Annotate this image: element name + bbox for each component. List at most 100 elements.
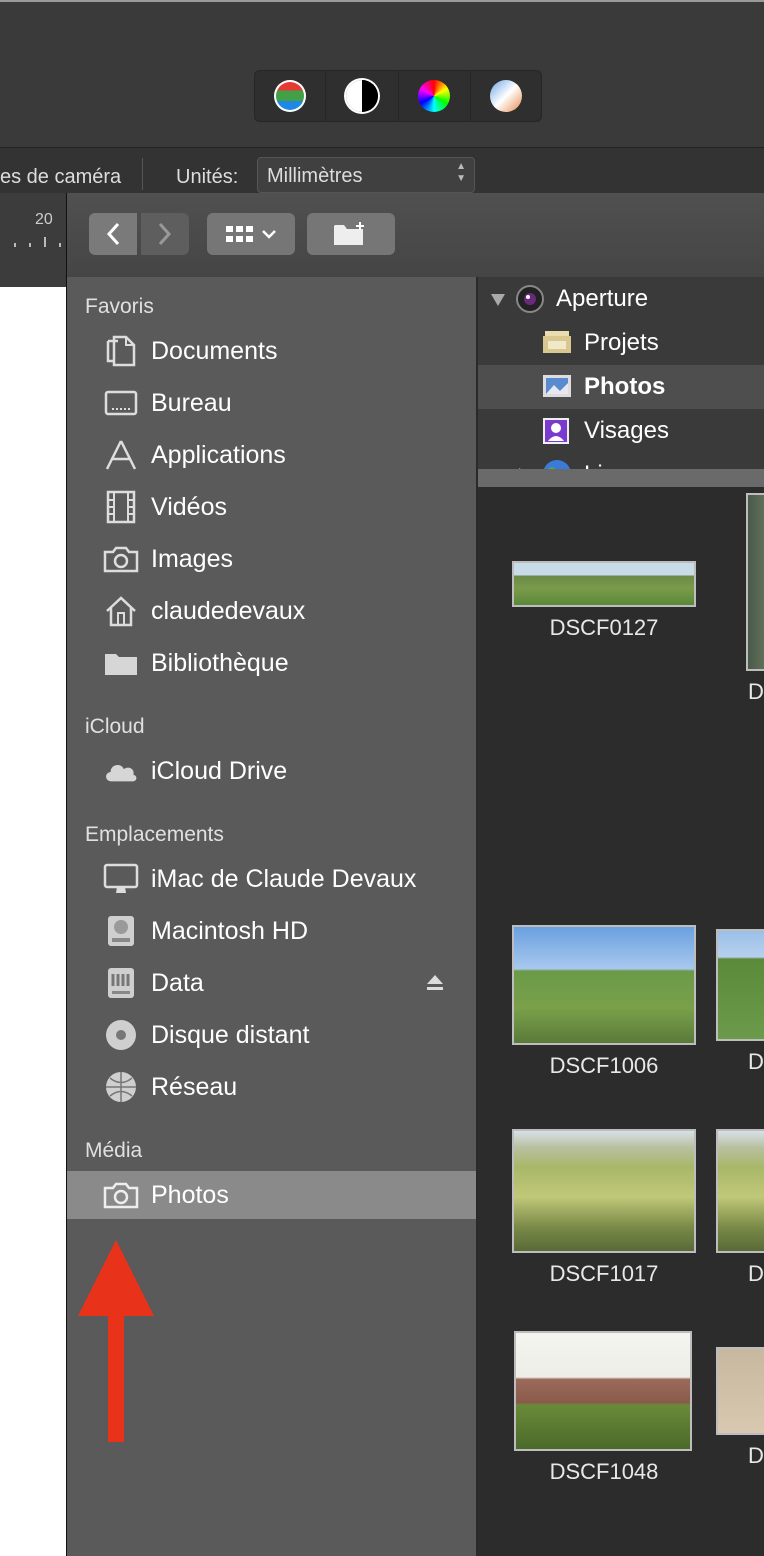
photo-thumbnail[interactable] <box>746 493 764 671</box>
cloud-icon <box>103 755 139 787</box>
section-favoris: Favoris <box>85 295 154 318</box>
movies-icon <box>103 490 139 524</box>
ruler-tick <box>14 243 16 247</box>
updown-arrows-icon: ▲ ▼ <box>456 161 466 184</box>
contrast-button[interactable] <box>326 70 399 122</box>
tree-item-projects[interactable]: Projets <box>478 321 764 365</box>
import-dialog: Favoris Documents Bureau Applications Vi… <box>66 193 764 1556</box>
photo-name: DSCF1048 <box>549 1459 659 1484</box>
sidebar-item-photos[interactable]: Photos <box>67 1171 476 1219</box>
tree-item-faces[interactable]: Visages <box>478 409 764 453</box>
documents-icon <box>103 335 139 367</box>
hard-drive-icon <box>103 915 139 947</box>
units-select[interactable]: Millimètres ▲ ▼ <box>257 157 475 193</box>
photo-thumbnail[interactable] <box>716 1129 764 1253</box>
photo-thumbnail[interactable] <box>512 561 696 607</box>
sidebar-item-label: Bibliothèque <box>151 649 289 677</box>
white-balance-icon <box>490 80 523 112</box>
sidebar-item-label: Documents <box>151 337 278 365</box>
units-value: Millimètres <box>267 165 363 187</box>
chevron-left-icon <box>106 222 120 246</box>
photo-thumbnail[interactable] <box>514 1331 692 1451</box>
sidebar-item-applications[interactable]: Applications <box>67 431 476 479</box>
applications-icon <box>103 439 139 471</box>
divider <box>142 158 143 190</box>
sidebar-item-label: iMac de Claude Devaux <box>151 865 417 893</box>
color-wheel-icon <box>418 80 451 112</box>
photo-thumbnail[interactable] <box>512 925 696 1045</box>
camera-icon <box>103 1179 139 1211</box>
section-emplacements: Emplacements <box>85 823 224 846</box>
options-bar: es de caméra Unités: Millimètres ▲ ▼ <box>0 147 764 194</box>
color-button[interactable] <box>399 70 471 122</box>
eject-icon[interactable] <box>426 973 444 991</box>
sidebar-item-home[interactable]: claudedevaux <box>67 587 476 635</box>
desktop-icon <box>103 387 139 419</box>
tree-item-aperture[interactable]: Aperture <box>478 277 764 321</box>
sidebar-item-videos[interactable]: Vidéos <box>67 483 476 531</box>
sidebar-item-label: Bureau <box>151 389 232 417</box>
sidebar-item-documents[interactable]: Documents <box>67 327 476 375</box>
white-balance-button[interactable] <box>471 70 542 122</box>
tree-item-label: Photos <box>584 373 666 400</box>
levels-button[interactable] <box>254 70 327 122</box>
sidebar-item-library[interactable]: Bibliothèque <box>67 639 476 687</box>
sidebar-item-label: claudedevaux <box>151 597 306 625</box>
units-label: Unités: <box>176 166 239 188</box>
tree-item-photos[interactable]: Photos <box>478 365 764 409</box>
sidebar-item-macintosh-hd[interactable]: Macintosh HD <box>67 907 476 955</box>
home-icon <box>103 595 139 627</box>
sidebar-item-label: Réseau <box>151 1073 238 1101</box>
photo-name: D <box>748 679 764 704</box>
photo-thumbnail[interactable] <box>716 1347 764 1435</box>
new-folder-icon <box>334 222 364 245</box>
users-drive-icon <box>103 967 139 999</box>
new-folder-button[interactable] <box>307 213 395 255</box>
photo-name: DSCF1017 <box>549 1261 659 1286</box>
tree-item-label: Lieux <box>584 461 641 469</box>
app-toolbar <box>0 0 764 147</box>
tree-item-label: Aperture <box>556 285 649 312</box>
sidebar-item-icloud-drive[interactable]: iCloud Drive <box>67 747 476 795</box>
window-edge <box>0 0 764 2</box>
section-icloud: iCloud <box>85 715 145 738</box>
photos-icon <box>543 375 571 397</box>
aperture-icon <box>516 285 544 313</box>
photo-thumbnail[interactable] <box>716 929 764 1041</box>
disclosure-open-icon[interactable] <box>490 293 506 307</box>
split-view-divider[interactable] <box>478 469 764 487</box>
sidebar-item-remote-disc[interactable]: Disque distant <box>67 1011 476 1059</box>
section-media: Média <box>85 1139 143 1162</box>
disc-icon <box>103 1019 139 1051</box>
library-tree: Aperture Projets Photos Visages Lieux <box>478 277 764 469</box>
sidebar-item-images[interactable]: Images <box>67 535 476 583</box>
sidebar-item-bureau[interactable]: Bureau <box>67 379 476 427</box>
photo-grid: DSCF0127 D DSCF1006 D DSCF1017 D DSCF104… <box>478 487 764 1556</box>
tree-item-places[interactable]: Lieux <box>478 453 764 469</box>
sidebar-item-data[interactable]: Data <box>67 959 476 1007</box>
adjustment-tools <box>254 70 542 122</box>
network-icon <box>103 1071 139 1103</box>
projects-icon <box>543 331 571 353</box>
camera-icon <box>103 543 139 575</box>
globe-icon <box>543 460 571 469</box>
ruler-tick <box>59 243 61 247</box>
ruler-tick <box>29 243 31 247</box>
ruler: 20 <box>0 193 66 287</box>
view-mode-button[interactable] <box>207 213 295 255</box>
sidebar-item-label: Data <box>151 969 204 997</box>
ruler-tick <box>44 237 46 247</box>
imac-icon <box>103 863 139 895</box>
back-button[interactable] <box>89 213 137 255</box>
icon-grid-icon <box>226 226 253 242</box>
folder-icon <box>103 647 139 679</box>
chevron-right-icon <box>158 222 172 246</box>
sidebar-item-network[interactable]: Réseau <box>67 1063 476 1111</box>
camera-settings-label: es de caméra <box>0 166 122 188</box>
photo-thumbnail[interactable] <box>512 1129 696 1253</box>
sidebar-item-imac[interactable]: iMac de Claude Devaux <box>67 855 476 903</box>
faces-icon <box>543 418 569 444</box>
photo-name: DSCF0127 <box>549 615 659 640</box>
forward-button[interactable] <box>141 213 189 255</box>
photo-name: DSCF1006 <box>549 1053 659 1078</box>
